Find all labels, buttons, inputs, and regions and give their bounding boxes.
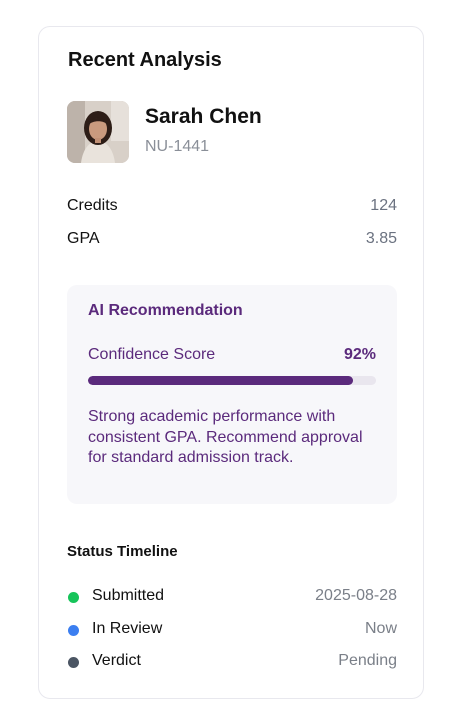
stat-row-credits: Credits 124 xyxy=(67,197,397,219)
stat-row-gpa: GPA 3.85 xyxy=(67,230,397,252)
confidence-label: Confidence Score xyxy=(88,346,216,363)
timeline-value: Now xyxy=(364,620,397,637)
status-timeline-title: Status Timeline xyxy=(67,543,178,560)
timeline-item-in-review: In Review Now xyxy=(67,620,397,642)
student-id: NU-1441 xyxy=(145,138,210,155)
stat-value: 124 xyxy=(370,197,397,214)
card-title: Recent Analysis xyxy=(68,49,222,71)
stat-value: 3.85 xyxy=(365,230,397,247)
recent-analysis-card: Recent Analysis Sarah Chen NU-1441 Credi… xyxy=(38,26,424,699)
avatar xyxy=(67,101,129,163)
timeline-item-verdict: Verdict Pending xyxy=(67,652,397,674)
ai-recommendation-panel: AI Recommendation Confidence Score 92% S… xyxy=(67,285,397,504)
timeline-value: 2025-08-28 xyxy=(315,587,397,604)
confidence-progress-fill xyxy=(88,376,353,385)
timeline-label: In Review xyxy=(92,620,163,637)
stat-label: GPA xyxy=(67,230,100,247)
timeline-label: Verdict xyxy=(92,652,141,669)
confidence-progress-bar xyxy=(88,376,376,385)
status-dot-icon xyxy=(68,625,79,636)
student-photo-icon xyxy=(67,101,129,163)
timeline-label: Submitted xyxy=(92,587,165,604)
student-name: Sarah Chen xyxy=(145,105,262,128)
ai-recommendation-title: AI Recommendation xyxy=(88,302,243,319)
status-dot-icon xyxy=(68,592,79,603)
timeline-item-submitted: Submitted 2025-08-28 xyxy=(67,587,397,609)
timeline-value: Pending xyxy=(338,652,397,669)
status-dot-icon xyxy=(68,657,79,668)
confidence-value: 92% xyxy=(343,346,376,363)
stat-label: Credits xyxy=(67,197,118,214)
ai-recommendation-text: Strong academic performance with consist… xyxy=(88,408,363,466)
